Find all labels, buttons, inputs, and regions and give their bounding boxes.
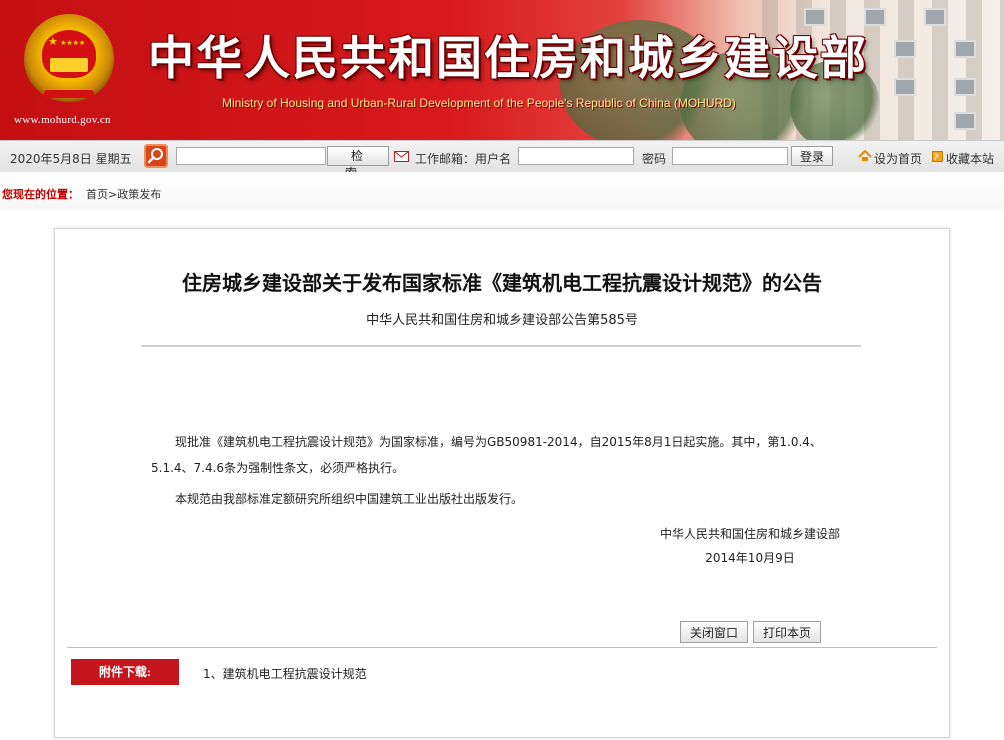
search-icon[interactable]	[144, 144, 168, 168]
title-divider	[141, 345, 861, 347]
mail-icon	[394, 151, 409, 165]
attachment-link[interactable]: 1、建筑机电工程抗震设计规范	[203, 665, 367, 682]
site-url: www.mohurd.gov.cn	[14, 114, 111, 126]
window-decoration	[924, 8, 946, 26]
site-title-english: Ministry of Housing and Urban-Rural Deve…	[222, 96, 736, 110]
password-field[interactable]	[672, 147, 788, 165]
national-emblem-icon: ★ ★★★★	[24, 14, 114, 104]
attachment-divider	[67, 647, 937, 648]
article-title: 住房城乡建设部关于发布国家标准《建筑机电工程抗震设计规范》的公告	[182, 271, 822, 295]
set-home-link[interactable]: 设为首页	[874, 150, 922, 167]
article-paragraph: 现批准《建筑机电工程抗震设计规范》为国家标准，编号为GB50981-2014，自…	[151, 435, 822, 475]
password-label: 密码	[642, 152, 667, 166]
login-button[interactable]: 登录	[791, 146, 833, 166]
breadcrumb-path[interactable]: 首页>政策发布	[86, 186, 161, 202]
search-button[interactable]: 检索	[327, 146, 389, 180]
window-decoration	[894, 40, 916, 58]
article-card: 住房城乡建设部关于发布国家标准《建筑机电工程抗震设计规范》的公告 中华人民共和国…	[54, 228, 950, 738]
attachment-label: 附件下载:	[71, 659, 179, 685]
breadcrumb: 您现在的位置： 首页>政策发布	[0, 172, 1004, 210]
breadcrumb-label: 您现在的位置：	[2, 188, 79, 201]
username-field[interactable]	[518, 147, 634, 165]
bookmark-icon	[932, 151, 943, 165]
window-decoration	[954, 112, 976, 130]
article-paragraph: 本规范由我部标准定额研究所组织中国建筑工业出版社出版发行。	[175, 492, 524, 506]
window-decoration	[954, 40, 976, 58]
mail-username-label: 工作邮箱：用户名	[415, 152, 512, 166]
top-toolbar: 2020年5月8日 星期五 检索 工作邮箱：用户名 密码 登录 设为首页 收藏本…	[0, 140, 1004, 180]
home-icon	[858, 149, 872, 165]
signature-org: 中华人民共和国住房和城乡建设部	[659, 527, 840, 541]
header-banner: ★ ★★★★ www.mohurd.gov.cn 中华人民共和国住房和城乡建设部…	[0, 0, 1004, 140]
print-page-button[interactable]: 打印本页	[753, 621, 821, 643]
site-title: 中华人民共和国住房和城乡建设部	[148, 31, 868, 85]
window-decoration	[954, 78, 976, 96]
window-decoration	[894, 78, 916, 96]
signature-date: 2014年10月9日	[705, 551, 795, 565]
article-subtitle: 中华人民共和国住房和城乡建设部公告第585号	[366, 313, 638, 328]
current-date: 2020年5月8日 星期五	[10, 152, 132, 166]
search-input[interactable]	[176, 147, 326, 165]
close-window-button[interactable]: 关闭窗口	[680, 621, 748, 643]
bookmark-link[interactable]: 收藏本站	[946, 150, 994, 167]
